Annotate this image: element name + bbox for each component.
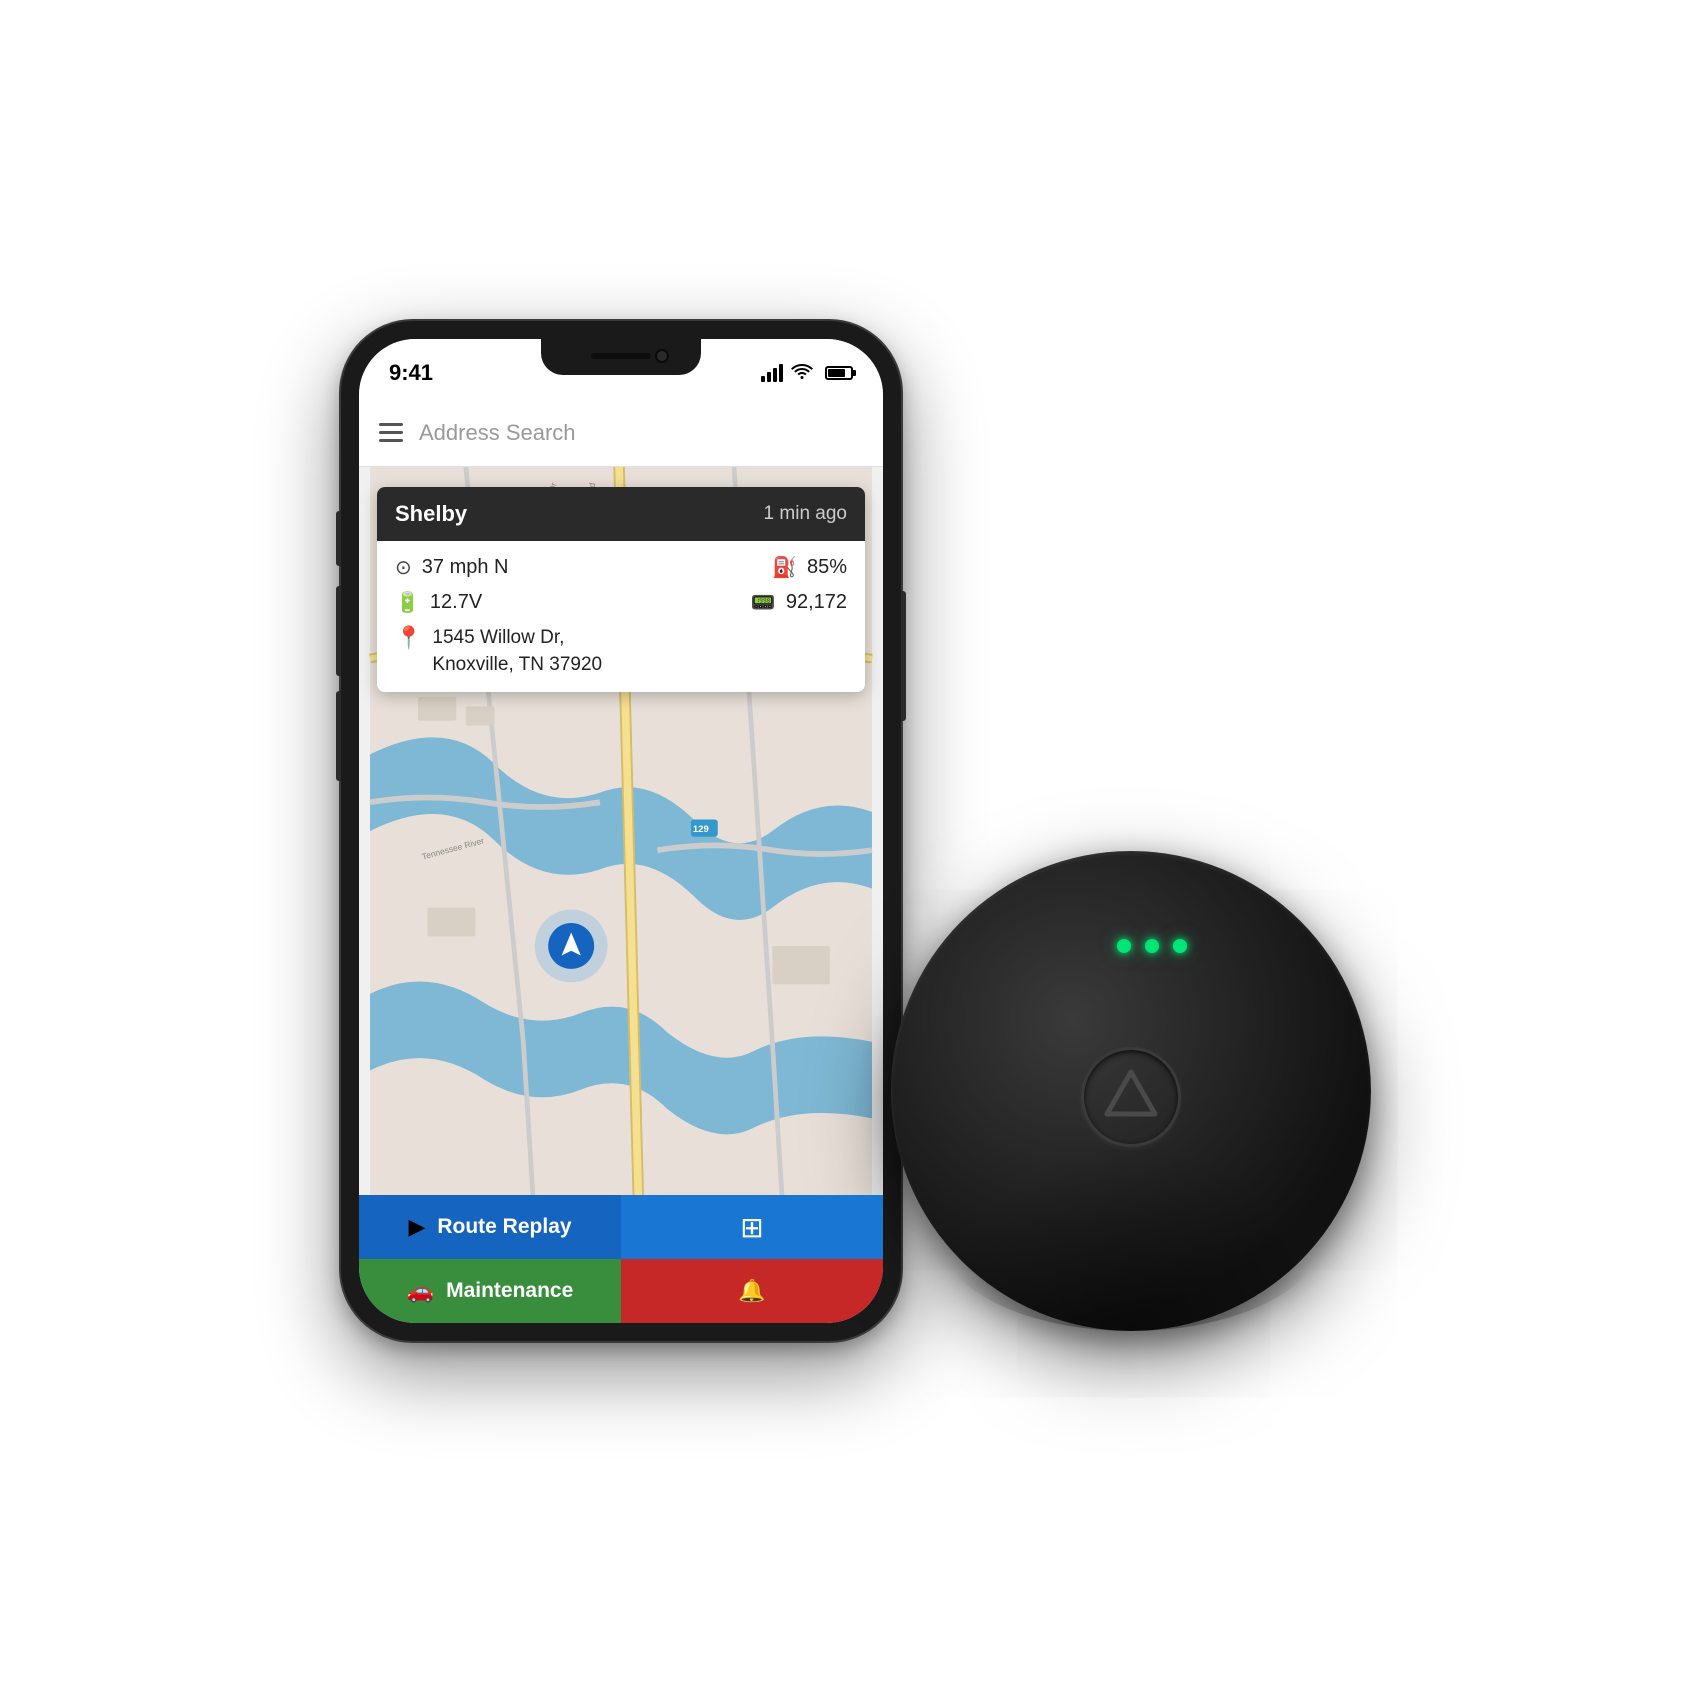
odometer-icon: 📟: [751, 590, 776, 615]
notch: [541, 339, 701, 375]
address-row: 📍 1545 Willow Dr, Knoxville, TN 37920: [395, 625, 847, 678]
status-icons: [761, 355, 853, 384]
wifi-icon: [791, 363, 813, 384]
phone: 9:41: [341, 321, 901, 1341]
phone-button-volume-down: [336, 691, 341, 781]
maintenance-label: Maintenance: [446, 1279, 573, 1303]
phone-button-power: [901, 591, 906, 721]
speed-item: ⊙ 37 mph N: [395, 555, 508, 580]
signal-icon: [761, 364, 783, 382]
fuel-icon: ⛽: [772, 555, 797, 580]
search-bar[interactable]: Address Search: [359, 399, 883, 467]
alerts-button[interactable]: 🔔: [621, 1259, 883, 1323]
voltage-odometer-row: 🔋 12.7V 📟 92,172: [395, 590, 847, 615]
bell-icon: 🔔: [738, 1278, 765, 1304]
odometer-item: 📟 92,172: [751, 590, 847, 615]
location-pin-icon: 📍: [395, 625, 422, 651]
device-shadow: [939, 1139, 1323, 1331]
fuel-item: ⛽ 85%: [772, 555, 847, 580]
car-icon: 🚗: [407, 1278, 434, 1304]
notch-speaker: [591, 353, 651, 359]
menu-icon[interactable]: [379, 423, 403, 442]
scene: 9:41: [291, 291, 1391, 1391]
fuel-value: 85%: [807, 556, 847, 579]
phone-screen: 9:41: [359, 339, 883, 1323]
battery-status-icon: 🔋: [395, 590, 420, 615]
odometer-value: 92,172: [786, 591, 847, 614]
led-3: [1173, 939, 1187, 953]
led-1: [1117, 939, 1131, 953]
voltage-value: 12.7V: [430, 591, 482, 614]
route-replay-button[interactable]: ▶ Route Replay: [359, 1195, 621, 1259]
svg-text:129: 129: [693, 824, 709, 835]
bottom-navigation: ▶ Route Replay ⊞ 🚗 Maintenance 🔔: [359, 1195, 883, 1323]
grid-icon: ⊞: [740, 1211, 763, 1244]
address-text: 1545 Willow Dr, Knoxville, TN 37920: [432, 625, 602, 678]
play-icon: ▶: [408, 1214, 425, 1240]
search-placeholder[interactable]: Address Search: [419, 420, 863, 446]
address-line2: Knoxville, TN 37920: [432, 652, 602, 679]
speedometer-icon: ⊙: [395, 555, 412, 580]
vehicle-name: Shelby: [395, 501, 467, 527]
battery-icon: [825, 366, 853, 380]
grid-button[interactable]: ⊞: [621, 1195, 883, 1259]
led-indicators: [1117, 939, 1187, 953]
voltage-item: 🔋 12.7V: [395, 590, 482, 615]
info-card-header: Shelby 1 min ago: [377, 487, 865, 541]
info-card: Shelby 1 min ago ⊙ 37 mph N ⛽ 85%: [377, 487, 865, 692]
led-2: [1145, 939, 1159, 953]
address-line1: 1545 Willow Dr,: [432, 625, 602, 652]
last-update-time: 1 min ago: [764, 503, 847, 525]
phone-button-volume-up: [336, 586, 341, 676]
map-area[interactable]: Sports Complex University of Tennessee M…: [359, 467, 883, 1195]
notch-camera: [655, 349, 669, 363]
gps-device: [891, 851, 1371, 1331]
logo-ring: [1081, 1047, 1181, 1147]
speed-value: 37 mph N: [422, 556, 509, 579]
route-replay-label: Route Replay: [437, 1215, 571, 1239]
speed-fuel-row: ⊙ 37 mph N ⛽ 85%: [395, 555, 847, 580]
maintenance-button[interactable]: 🚗 Maintenance: [359, 1259, 621, 1323]
device-body: [891, 851, 1371, 1331]
phone-button-silent: [336, 511, 341, 566]
info-card-body: ⊙ 37 mph N ⛽ 85% 🔋 12.7V: [377, 541, 865, 692]
device-logo: [1081, 1047, 1181, 1147]
